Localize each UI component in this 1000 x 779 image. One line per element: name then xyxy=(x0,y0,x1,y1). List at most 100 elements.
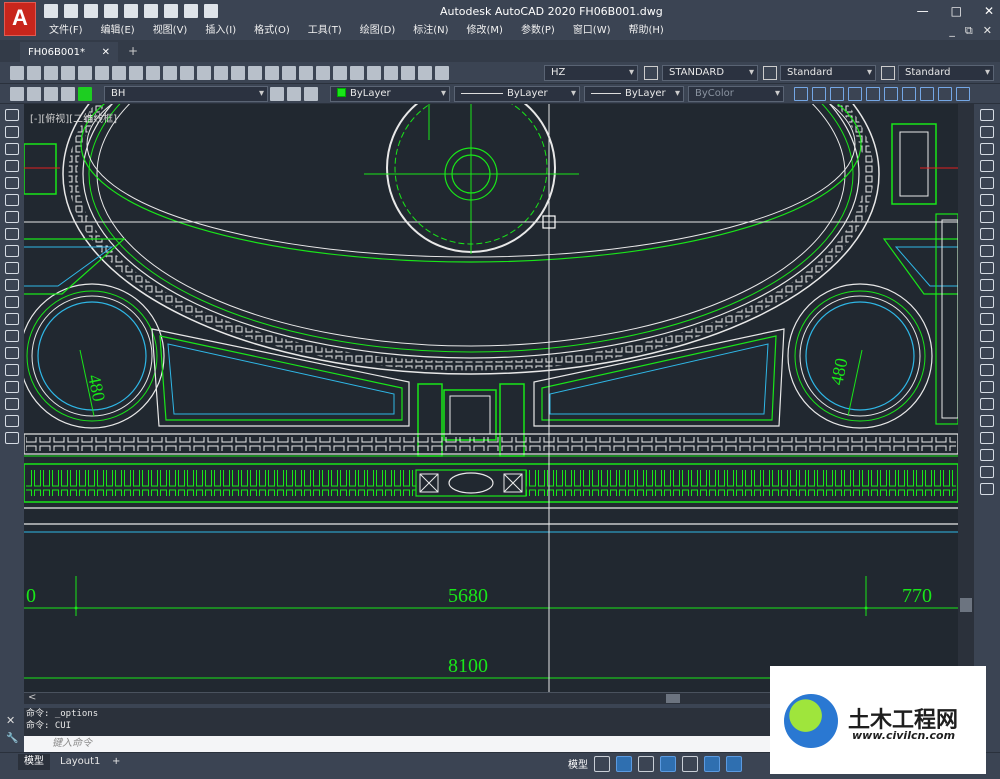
command-input[interactable]: 键入命令 xyxy=(24,736,770,752)
layer-freeze-icon[interactable] xyxy=(44,87,58,101)
block-editor-icon[interactable] xyxy=(197,66,211,80)
ortho-icon[interactable] xyxy=(638,756,654,772)
jogged-dim-icon[interactable] xyxy=(884,87,898,101)
copy-object-icon[interactable] xyxy=(980,126,994,138)
lineweight-select[interactable]: ByLayer xyxy=(584,86,684,102)
layer-select[interactable]: BH xyxy=(104,86,268,102)
autocad-logo-button[interactable]: A xyxy=(4,2,36,36)
break-at-point-icon[interactable] xyxy=(980,296,994,308)
calculator-icon[interactable] xyxy=(401,66,415,80)
make-current-icon[interactable] xyxy=(270,87,284,101)
mleader-style-select[interactable]: Standard xyxy=(898,65,994,81)
mleader-style-icon[interactable] xyxy=(881,66,895,80)
draw-order-front-icon[interactable] xyxy=(980,466,994,478)
menu-edit[interactable]: 编辑(E) xyxy=(92,22,144,40)
mtext-icon[interactable] xyxy=(5,415,19,427)
match-properties-icon[interactable] xyxy=(180,66,194,80)
arc-icon[interactable] xyxy=(5,194,19,206)
minimize-button[interactable]: — xyxy=(917,4,929,18)
zoom-realtime-icon[interactable] xyxy=(265,66,279,80)
redo-icon[interactable] xyxy=(231,66,245,80)
new-file-icon[interactable] xyxy=(44,4,58,18)
erase-icon[interactable] xyxy=(980,109,994,121)
close-tab-icon[interactable]: ✕ xyxy=(102,44,110,62)
draw-order-back-icon[interactable] xyxy=(980,483,994,495)
menu-parametric[interactable]: 参数(P) xyxy=(512,22,564,40)
polar-tracking-icon[interactable] xyxy=(660,756,676,772)
isodraft-icon[interactable] xyxy=(682,756,698,772)
group-icon[interactable] xyxy=(980,415,994,427)
stretch-icon[interactable] xyxy=(980,245,994,257)
table-icon[interactable] xyxy=(5,398,19,410)
chamfer-icon[interactable] xyxy=(980,347,994,359)
layer-lock-icon[interactable] xyxy=(61,87,75,101)
line-icon[interactable] xyxy=(5,109,19,121)
dim-style-icon[interactable] xyxy=(644,66,658,80)
plot-icon[interactable] xyxy=(144,4,158,18)
menu-tools[interactable]: 工具(T) xyxy=(299,22,351,40)
polyline-icon[interactable] xyxy=(5,143,19,155)
properties-icon[interactable] xyxy=(316,66,330,80)
layer-color-icon[interactable] xyxy=(78,87,92,101)
save-as-icon[interactable] xyxy=(104,4,118,18)
menu-view[interactable]: 视图(V) xyxy=(144,22,197,40)
design-center-icon[interactable] xyxy=(333,66,347,80)
tool-palettes-icon[interactable] xyxy=(350,66,364,80)
construction-line-icon[interactable] xyxy=(5,126,19,138)
arc-length-icon[interactable] xyxy=(830,87,844,101)
close-button[interactable]: ✕ xyxy=(984,4,994,18)
viewport-controls-label[interactable]: [-][俯视][二维线框] xyxy=(30,110,117,125)
blend-icon[interactable] xyxy=(980,381,994,393)
maximize-button[interactable]: □ xyxy=(951,4,962,18)
zoom-window-icon[interactable] xyxy=(282,66,296,80)
horizontal-scroll-thumb[interactable] xyxy=(666,694,680,703)
menu-insert[interactable]: 插入(I) xyxy=(196,22,245,40)
polygon-icon[interactable] xyxy=(5,160,19,172)
add-selected-icon[interactable] xyxy=(5,432,19,444)
drawing-canvas[interactable]: 480 480 0 5680 770 8100 xyxy=(24,104,958,692)
gradient-icon[interactable] xyxy=(5,364,19,376)
trim-icon[interactable] xyxy=(980,262,994,274)
paste-icon[interactable] xyxy=(163,66,177,80)
tab-fh06b001[interactable]: FH06B001* ✕ xyxy=(20,42,118,62)
linetype-select[interactable]: ByLayer xyxy=(454,86,580,102)
publish-icon[interactable] xyxy=(95,66,109,80)
hatch-icon[interactable] xyxy=(5,347,19,359)
snap-icon[interactable] xyxy=(616,756,632,772)
move-icon[interactable] xyxy=(980,194,994,206)
save-icon[interactable] xyxy=(44,66,58,80)
diameter-dim-icon[interactable] xyxy=(902,87,916,101)
zoom-previous-icon[interactable] xyxy=(299,66,313,80)
baseline-dim-icon[interactable] xyxy=(956,87,970,101)
region-icon[interactable] xyxy=(5,381,19,393)
spline-icon[interactable] xyxy=(5,245,19,257)
new-tab-button[interactable]: + xyxy=(128,44,138,58)
3d-print-icon[interactable] xyxy=(112,66,126,80)
menu-file[interactable]: 文件(F) xyxy=(40,22,92,40)
menu-draw[interactable]: 绘图(D) xyxy=(351,22,405,40)
layer-on-icon[interactable] xyxy=(27,87,41,101)
aligned-dim-icon[interactable] xyxy=(812,87,826,101)
layer-state-icon[interactable] xyxy=(304,87,318,101)
dim-style-select[interactable]: STANDARD xyxy=(662,65,758,81)
open-file-icon[interactable] xyxy=(64,4,78,18)
qnew-icon[interactable] xyxy=(10,66,24,80)
customize-dropdown-icon[interactable] xyxy=(204,4,218,18)
ellipse-icon[interactable] xyxy=(5,262,19,274)
offset-icon[interactable] xyxy=(980,160,994,172)
save-icon[interactable] xyxy=(84,4,98,18)
plotstyle-select[interactable]: ByColor xyxy=(688,86,784,102)
insert-block-icon[interactable] xyxy=(5,296,19,308)
undo-icon[interactable] xyxy=(164,4,178,18)
add-layout-button[interactable]: + xyxy=(106,754,126,770)
draw-order-icon[interactable] xyxy=(980,449,994,461)
mirror-icon[interactable] xyxy=(980,143,994,155)
tab-model[interactable]: 模型 xyxy=(18,754,50,770)
ungroup-icon[interactable] xyxy=(980,432,994,444)
make-block-icon[interactable] xyxy=(5,313,19,325)
plot-icon[interactable] xyxy=(61,66,75,80)
vertical-scrollbar[interactable] xyxy=(958,104,974,692)
menu-dimension[interactable]: 标注(N) xyxy=(404,22,457,40)
pan-icon[interactable] xyxy=(248,66,262,80)
layer-properties-icon[interactable] xyxy=(10,87,24,101)
